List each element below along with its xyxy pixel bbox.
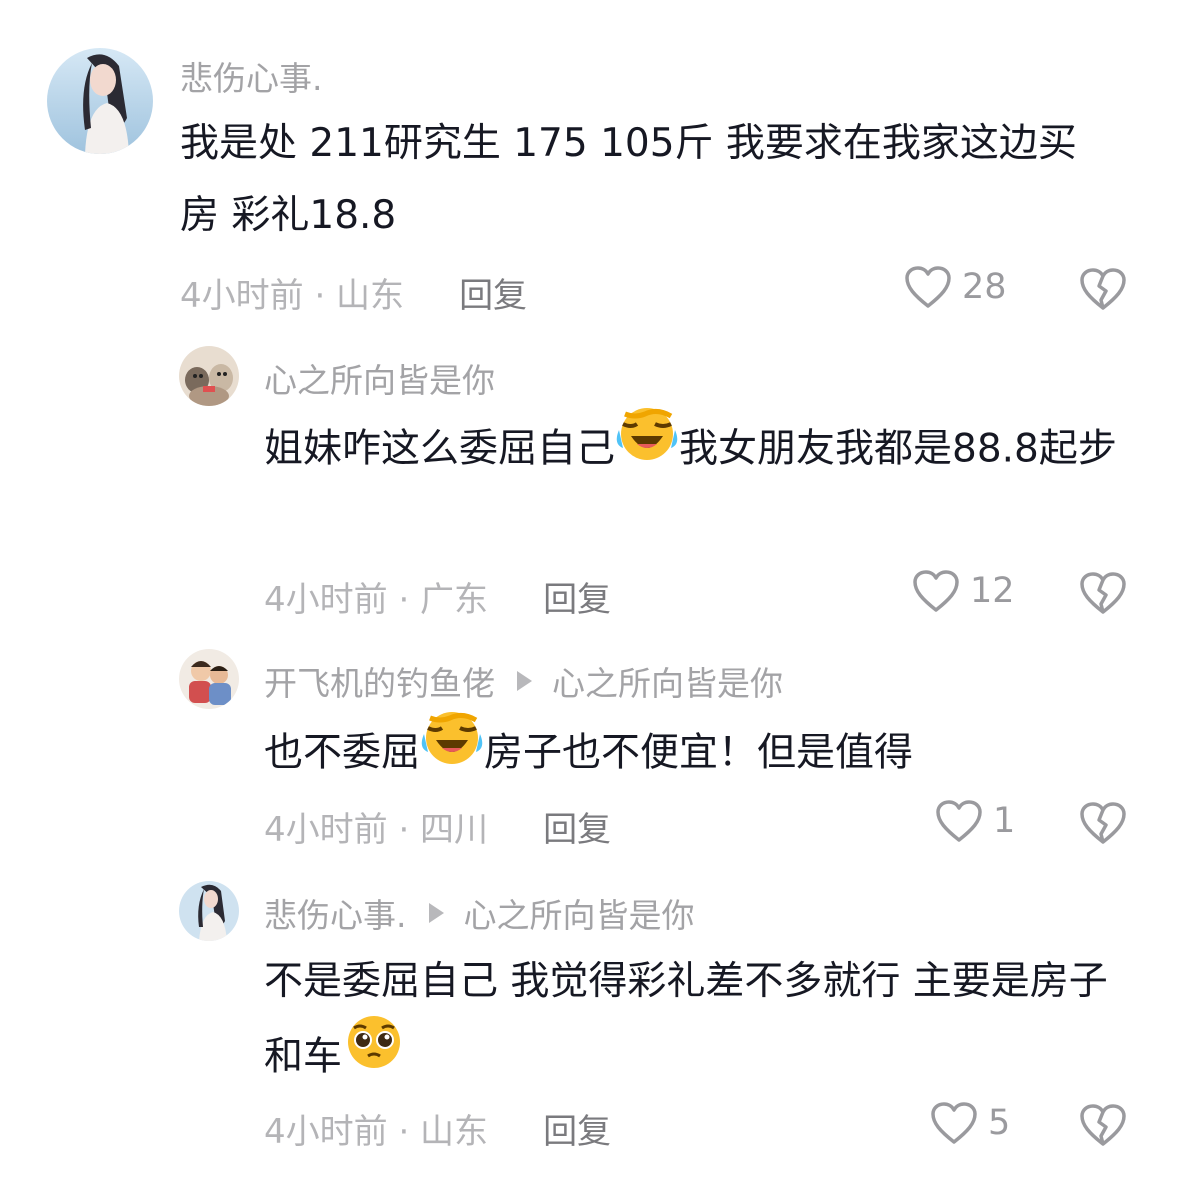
like-count: 1 bbox=[993, 801, 1016, 841]
heart-outline-icon bbox=[931, 1102, 977, 1144]
pleading-face-emoji-icon bbox=[342, 1012, 406, 1094]
reply-to-username[interactable]: 心之所向皆是你 bbox=[552, 657, 783, 705]
like-button[interactable]: 12 bbox=[912, 569, 1015, 613]
avatar-image bbox=[179, 346, 239, 406]
comment-text-before: 姐妹咋这么委屈自己 bbox=[264, 426, 616, 472]
comment-text-after: 房子也不便宜！但是值得 bbox=[484, 730, 914, 776]
like-count: 5 bbox=[988, 1103, 1011, 1143]
heart-outline-icon bbox=[905, 266, 951, 308]
username[interactable]: 悲伤心事. bbox=[180, 52, 323, 100]
comment-item: 悲伤心事. 心之所向皆是你 不是委屈自己 我觉得彩礼差不多就行 主要是房子和车 … bbox=[0, 862, 1178, 1181]
broken-heart-icon[interactable] bbox=[1079, 801, 1127, 845]
triangle-right-icon bbox=[517, 671, 532, 691]
time-location: 4小时前 · 四川 bbox=[264, 810, 489, 850]
reply-button[interactable]: 回复 bbox=[543, 572, 611, 621]
like-button[interactable]: 28 bbox=[904, 265, 1007, 309]
avatar[interactable] bbox=[179, 346, 239, 406]
reply-button[interactable]: 回复 bbox=[543, 1104, 611, 1153]
comment-text: 不是委屈自己 我觉得彩礼差不多就行 主要是房子和车 bbox=[264, 946, 1134, 1100]
comment-item: 心之所向皆是你 姐妹咋这么委屈自己 我女朋友我都是88.8起步 4小时前 · 广东… bbox=[0, 330, 1178, 630]
username-row: 悲伤心事. bbox=[180, 52, 323, 100]
avatar-image bbox=[179, 881, 239, 941]
crying-laughing-emoji-icon bbox=[420, 708, 484, 790]
like-button[interactable]: 1 bbox=[935, 799, 1015, 843]
avatar-image bbox=[179, 649, 239, 709]
username[interactable]: 悲伤心事. bbox=[264, 889, 407, 937]
time-location: 4小时前 · 广东 bbox=[264, 580, 489, 620]
like-button[interactable]: 5 bbox=[930, 1101, 1010, 1145]
crying-laughing-emoji-icon bbox=[615, 404, 679, 486]
triangle-right-icon bbox=[428, 903, 444, 923]
username-row: 开飞机的钓鱼佬 心之所向皆是你 bbox=[264, 657, 783, 705]
comment-text: 我是处 211研究生 175 105斤 我要求在我家这边买房 彩礼18.8 bbox=[180, 108, 1110, 252]
comment-thread: 悲伤心事. 我是处 211研究生 175 105斤 我要求在我家这边买房 彩礼1… bbox=[0, 0, 1178, 1181]
avatar[interactable] bbox=[179, 881, 239, 941]
heart-outline-icon bbox=[936, 800, 982, 842]
time-location: 4小时前 · 山东 bbox=[180, 276, 405, 316]
username[interactable]: 心之所向皆是你 bbox=[264, 354, 495, 402]
avatar[interactable] bbox=[179, 649, 239, 709]
comment-text-body: 我是处 211研究生 175 105斤 我要求在我家这边买房 彩礼18.8 bbox=[180, 121, 1077, 238]
broken-heart-icon[interactable] bbox=[1079, 267, 1127, 311]
broken-heart-icon[interactable] bbox=[1079, 571, 1127, 615]
username-row: 心之所向皆是你 bbox=[264, 354, 495, 402]
broken-heart-icon[interactable] bbox=[1079, 1103, 1127, 1147]
username-row: 悲伤心事. 心之所向皆是你 bbox=[264, 889, 695, 937]
comment-item: 开飞机的钓鱼佬 心之所向皆是你 也不委屈 房子也不便宜！但是值得 4小时前 · 四… bbox=[0, 630, 1178, 862]
comment-meta: 4小时前 · 四川 回复 bbox=[264, 802, 611, 851]
reply-button[interactable]: 回复 bbox=[459, 268, 527, 317]
comment-meta: 4小时前 · 山东 回复 bbox=[180, 268, 527, 317]
reply-button[interactable]: 回复 bbox=[543, 802, 611, 851]
avatar[interactable] bbox=[47, 48, 153, 154]
comment-text-after: 我女朋友我都是88.8起步 bbox=[679, 426, 1117, 472]
comment-meta: 4小时前 · 山东 回复 bbox=[264, 1104, 611, 1153]
time-location: 4小时前 · 山东 bbox=[264, 1112, 489, 1152]
reply-to-username[interactable]: 心之所向皆是你 bbox=[464, 889, 695, 937]
like-count: 28 bbox=[962, 267, 1007, 307]
comment-item: 悲伤心事. 我是处 211研究生 175 105斤 我要求在我家这边买房 彩礼1… bbox=[0, 0, 1178, 330]
comment-text: 姐妹咋这么委屈自己 我女朋友我都是88.8起步 bbox=[264, 408, 1134, 492]
avatar-image bbox=[47, 48, 153, 154]
comment-text: 也不委屈 房子也不便宜！但是值得 bbox=[264, 712, 1134, 796]
comment-meta: 4小时前 · 广东 回复 bbox=[264, 572, 611, 621]
username[interactable]: 开飞机的钓鱼佬 bbox=[264, 657, 495, 705]
like-count: 12 bbox=[970, 571, 1015, 611]
comment-text-before: 也不委屈 bbox=[264, 730, 421, 776]
heart-outline-icon bbox=[913, 570, 959, 612]
